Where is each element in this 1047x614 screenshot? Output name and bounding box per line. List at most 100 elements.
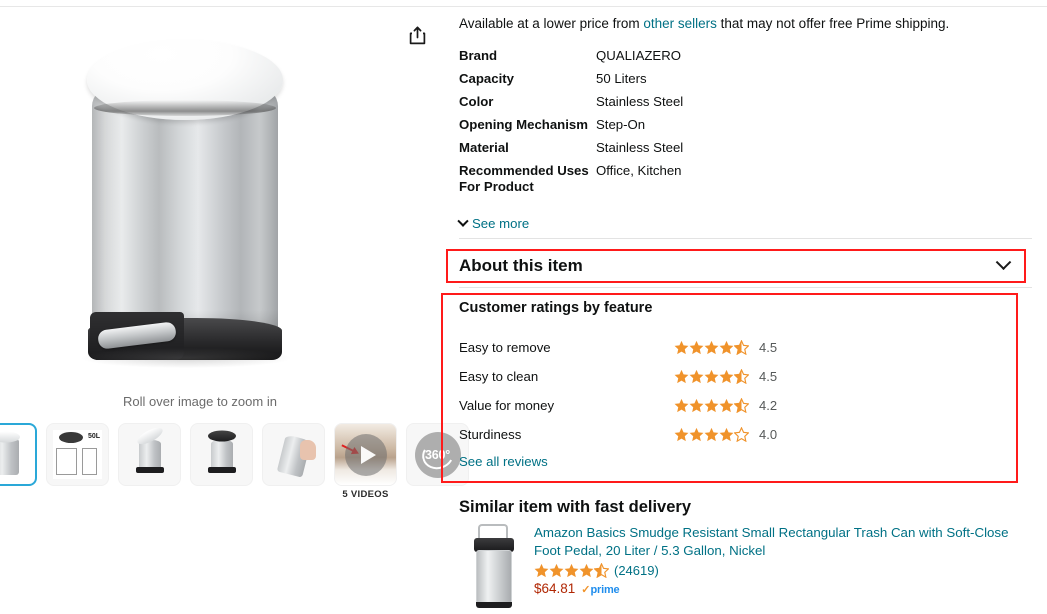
rating-score: 4.0: [759, 426, 778, 442]
see-all-reviews-link[interactable]: See all reviews: [459, 454, 548, 469]
mini-base-icon: [207, 467, 236, 473]
spec-row-clipped: [459, 198, 899, 213]
dimensions-diagram: 50L: [53, 430, 102, 479]
thumbnail-cell-hand-open: [262, 423, 325, 486]
can-seam: [94, 100, 276, 116]
lower-price-suffix: that may not offer free Prime shipping.: [716, 16, 950, 31]
spec-row-color: Color Stainless Steel: [459, 94, 929, 110]
see-more-label: See more: [472, 216, 530, 231]
prime-badge: ✓prime: [581, 580, 619, 598]
mini-lid-black-icon: [207, 430, 236, 442]
star-rating: [674, 339, 749, 355]
rollover-hint: Roll over image to zoom in: [123, 394, 277, 409]
similar-can-body: [476, 550, 512, 604]
spec-table-fade-clip: [459, 198, 899, 214]
image-gallery-column: Roll over image to zoom in 50L 5 VIDEOS …: [0, 8, 469, 608]
thumbnail-video[interactable]: [334, 423, 397, 486]
prime-check-icon: ✓: [581, 584, 591, 596]
rating-score: 4.5: [759, 368, 778, 384]
rating-label: Easy to remove: [459, 339, 551, 355]
ratings-section-title: Customer ratings by feature: [459, 300, 653, 316]
similar-item-price-row: $64.81 ✓prime: [534, 580, 1024, 598]
spec-value: Stainless Steel: [596, 140, 684, 155]
prime-label: prime: [590, 584, 620, 596]
rating-score: 4.5: [759, 339, 778, 355]
similar-item-title-link[interactable]: Amazon Basics Smudge Resistant Small Rec…: [534, 524, 1024, 560]
diagram-capacity-label: 50L: [87, 433, 100, 440]
spec-key: Material: [459, 140, 509, 155]
thumbnail-cell-video: 5 VIDEOS: [334, 423, 397, 500]
thumbnail-cell-liner: [190, 423, 253, 486]
mini-can-icon: [0, 436, 19, 475]
rating-label: Easy to clean: [459, 368, 539, 384]
rating-row-easy-to-clean: Easy to clean 4.5: [459, 367, 799, 385]
hand-icon: [300, 440, 316, 460]
chevron-down-icon: [457, 215, 469, 227]
other-sellers-link[interactable]: other sellers: [643, 16, 717, 31]
diagram-side-view: [82, 448, 97, 475]
play-icon: [344, 433, 387, 476]
spec-key: Color: [459, 94, 494, 109]
similar-item-info: Amazon Basics Smudge Resistant Small Rec…: [534, 524, 1024, 598]
spec-key-line1: Recommended Uses: [459, 163, 589, 178]
spec-row-brand: Brand QUALIAZERO: [459, 48, 929, 64]
section-divider: [459, 238, 1032, 239]
spec-row-opening-mechanism: Opening Mechanism Step-On: [459, 117, 929, 133]
rating-row-sturdiness: Sturdiness 4.0: [459, 425, 799, 443]
similar-item-rating-row: (24619): [534, 563, 1024, 578]
rating-label: Sturdiness: [459, 426, 522, 442]
spec-value: QUALIAZERO: [596, 48, 682, 63]
play-triangle: [360, 445, 376, 464]
about-this-item-title: About this item: [459, 256, 583, 275]
about-this-item-toggle[interactable]: About this item: [446, 249, 1026, 283]
spec-key-line2: For Product: [459, 179, 534, 194]
spec-value: Stainless Steel: [596, 94, 684, 109]
rating-row-easy-to-remove: Easy to remove 4.5: [459, 338, 799, 356]
about-section-divider: [459, 287, 1032, 288]
share-icon[interactable]: [404, 22, 430, 48]
spec-key: [459, 198, 596, 213]
mini-base-icon: [135, 467, 164, 473]
spec-key: Recommended Uses For Product: [459, 163, 596, 195]
lower-price-prefix: Available at a lower price from: [459, 16, 644, 31]
thumbnail-cell-main: [0, 423, 37, 486]
thumbnail-cell-dimensions: 50L: [46, 423, 109, 486]
rating-row-value-for-money: Value for money 4.2: [459, 396, 799, 414]
thumbnail-open-lid[interactable]: [118, 423, 181, 486]
product-specifications-table: Brand QUALIAZERO Capacity 50 Liters Colo…: [459, 48, 929, 202]
spec-key: Brand: [459, 48, 498, 63]
spec-value: [596, 198, 600, 213]
spec-row-recommended-uses: Recommended Uses For Product Office, Kit…: [459, 163, 929, 195]
hero-image[interactable]: [0, 8, 400, 390]
chevron-down-icon: [995, 253, 1012, 270]
thumbnail-main[interactable]: [0, 423, 37, 486]
star-rating: [674, 397, 749, 413]
spec-row-capacity: Capacity 50 Liters: [459, 71, 929, 87]
thumbnail-cell-open-lid: [118, 423, 181, 486]
diagram-blob: [59, 432, 83, 443]
rating-score: 4.2: [759, 397, 778, 413]
videos-count-label: 5 VIDEOS: [342, 489, 389, 500]
spec-key: Opening Mechanism: [459, 117, 588, 132]
rating-label: Value for money: [459, 397, 555, 413]
spec-value: Step-On: [596, 117, 646, 132]
star-rating: [674, 426, 749, 442]
similar-item-section-title: Similar item with fast delivery: [459, 498, 691, 516]
spec-value: Office, Kitchen: [596, 163, 682, 178]
lower-price-note: Available at a lower price from other se…: [459, 16, 949, 31]
see-more-specs-button[interactable]: See more: [457, 215, 530, 231]
spec-key: Capacity: [459, 71, 514, 86]
thumbnail-strip: 50L 5 VIDEOS 360°: [0, 423, 469, 500]
spec-value: 50 Liters: [596, 71, 647, 86]
star-rating: [534, 563, 609, 578]
product-detail-page: Roll over image to zoom in 50L 5 VIDEOS …: [0, 0, 1047, 614]
similar-item-image[interactable]: [466, 522, 528, 610]
product-image-trash-can: [78, 26, 293, 371]
similar-item-review-count[interactable]: (24619): [614, 563, 659, 578]
thumbnail-liner[interactable]: [190, 423, 253, 486]
star-rating: [674, 368, 749, 384]
product-detail-column: Available at a lower price from other se…: [409, 0, 1047, 614]
thumbnail-hand-open[interactable]: [262, 423, 325, 486]
thumbnail-dimensions[interactable]: 50L: [46, 423, 109, 486]
spec-row-material: Material Stainless Steel: [459, 140, 929, 156]
